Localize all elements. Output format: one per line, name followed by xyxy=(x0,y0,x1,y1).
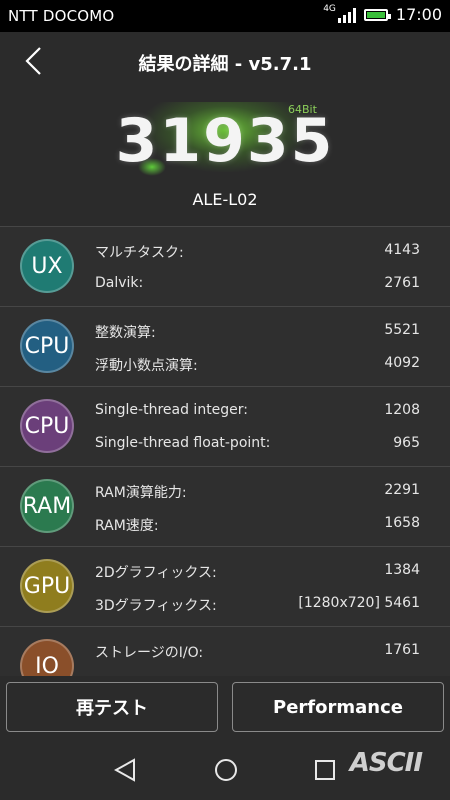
back-triangle-icon[interactable] xyxy=(114,758,136,782)
category-io: IO ストレージのI/O: 1761 xyxy=(0,626,450,676)
gpu-badge-icon: GPU xyxy=(20,559,74,613)
result-label: マルチタスク: xyxy=(95,245,184,261)
io-badge-icon: IO xyxy=(20,639,74,676)
result-value: 5521 xyxy=(384,322,420,338)
result-value: 2761 xyxy=(384,275,420,291)
category-cpu-math: CPU 整数演算: 5521 浮動小数点演算: 4092 xyxy=(0,306,450,386)
network-type: 4G xyxy=(323,3,336,14)
cpu-badge-icon: CPU xyxy=(20,319,74,373)
action-bar: 再テスト Performance xyxy=(0,676,450,744)
result-label: ストレージのI/O: xyxy=(95,645,204,661)
result-row: 浮動小数点演算: 4092 xyxy=(95,355,420,375)
result-row: ストレージのI/O: 1761 xyxy=(95,642,420,662)
battery-icon xyxy=(363,8,391,21)
category-ux: UX マルチタスク: 4143 Dalvik: 2761 xyxy=(0,226,450,306)
category-cpu-single-thread: CPU Single-thread integer: 1208 Single-t… xyxy=(0,386,450,466)
result-value: 1761 xyxy=(384,642,420,658)
result-value: 1208 xyxy=(384,402,420,418)
result-label: RAM演算能力: xyxy=(95,485,187,501)
result-value: [1280x720] 5461 xyxy=(298,595,420,611)
score-area: 31935 64Bit ALE-L02 xyxy=(0,92,450,226)
carrier-name: NTT DOCOMO xyxy=(8,7,115,25)
ux-badge-icon: UX xyxy=(20,239,74,293)
result-row: RAM演算能力: 2291 xyxy=(95,482,420,502)
navigation-bar: ASCII xyxy=(0,744,450,800)
page-title: 結果の詳細 - v5.7.1 xyxy=(138,54,312,75)
result-label: Dalvik: xyxy=(95,275,144,291)
device-model: ALE-L02 xyxy=(192,190,258,209)
category-ram: RAM RAM演算能力: 2291 RAM速度: 1658 xyxy=(0,466,450,546)
recents-square-icon[interactable] xyxy=(314,759,336,781)
clock: 17:00 xyxy=(395,5,442,24)
ascii-watermark-logo: ASCII xyxy=(349,748,423,778)
result-row: 2Dグラフィックス: 1384 xyxy=(95,562,420,582)
bit-label: 64Bit xyxy=(288,103,317,116)
result-value: 4092 xyxy=(384,355,420,371)
result-row: 整数演算: 5521 xyxy=(95,322,420,342)
home-circle-icon[interactable] xyxy=(214,758,238,782)
signal-icon xyxy=(337,7,356,23)
result-label: Single-thread integer: xyxy=(95,402,249,418)
result-label: Single-thread float-point: xyxy=(95,435,271,451)
result-row: Single-thread float-point: 965 xyxy=(95,435,420,455)
result-value: 1658 xyxy=(384,515,420,531)
result-value: 1384 xyxy=(384,562,420,578)
result-label: 2Dグラフィックス: xyxy=(95,565,217,581)
status-icons: 4G 17:00 xyxy=(323,3,442,25)
performance-button[interactable]: Performance xyxy=(232,682,444,732)
result-label: 整数演算: xyxy=(95,325,156,341)
category-gpu: GPU 2Dグラフィックス: 1384 3Dグラフィックス: [1280x720… xyxy=(0,546,450,626)
result-row: RAM速度: 1658 xyxy=(95,515,420,535)
result-row: 3Dグラフィックス: [1280x720] 5461 xyxy=(95,595,420,615)
result-value: 2291 xyxy=(384,482,420,498)
total-score: 31935 xyxy=(115,106,335,176)
header: 結果の詳細 - v5.7.1 xyxy=(0,32,450,92)
result-label: RAM速度: xyxy=(95,518,159,534)
result-row: マルチタスク: 4143 xyxy=(95,242,420,262)
ram-badge-icon: RAM xyxy=(20,479,74,533)
result-list[interactable]: UX マルチタスク: 4143 Dalvik: 2761 CPU 整数演算: 5… xyxy=(0,226,450,676)
result-label: 3Dグラフィックス: xyxy=(95,598,217,614)
status-bar: NTT DOCOMO 4G 17:00 xyxy=(0,0,450,32)
result-value: 4143 xyxy=(384,242,420,258)
result-label: 浮動小数点演算: xyxy=(95,358,198,374)
cpu-badge-icon: CPU xyxy=(20,399,74,453)
result-row: Dalvik: 2761 xyxy=(95,275,420,295)
retest-button[interactable]: 再テスト xyxy=(6,682,218,732)
result-row: Single-thread integer: 1208 xyxy=(95,402,420,422)
result-value: 965 xyxy=(393,435,420,451)
